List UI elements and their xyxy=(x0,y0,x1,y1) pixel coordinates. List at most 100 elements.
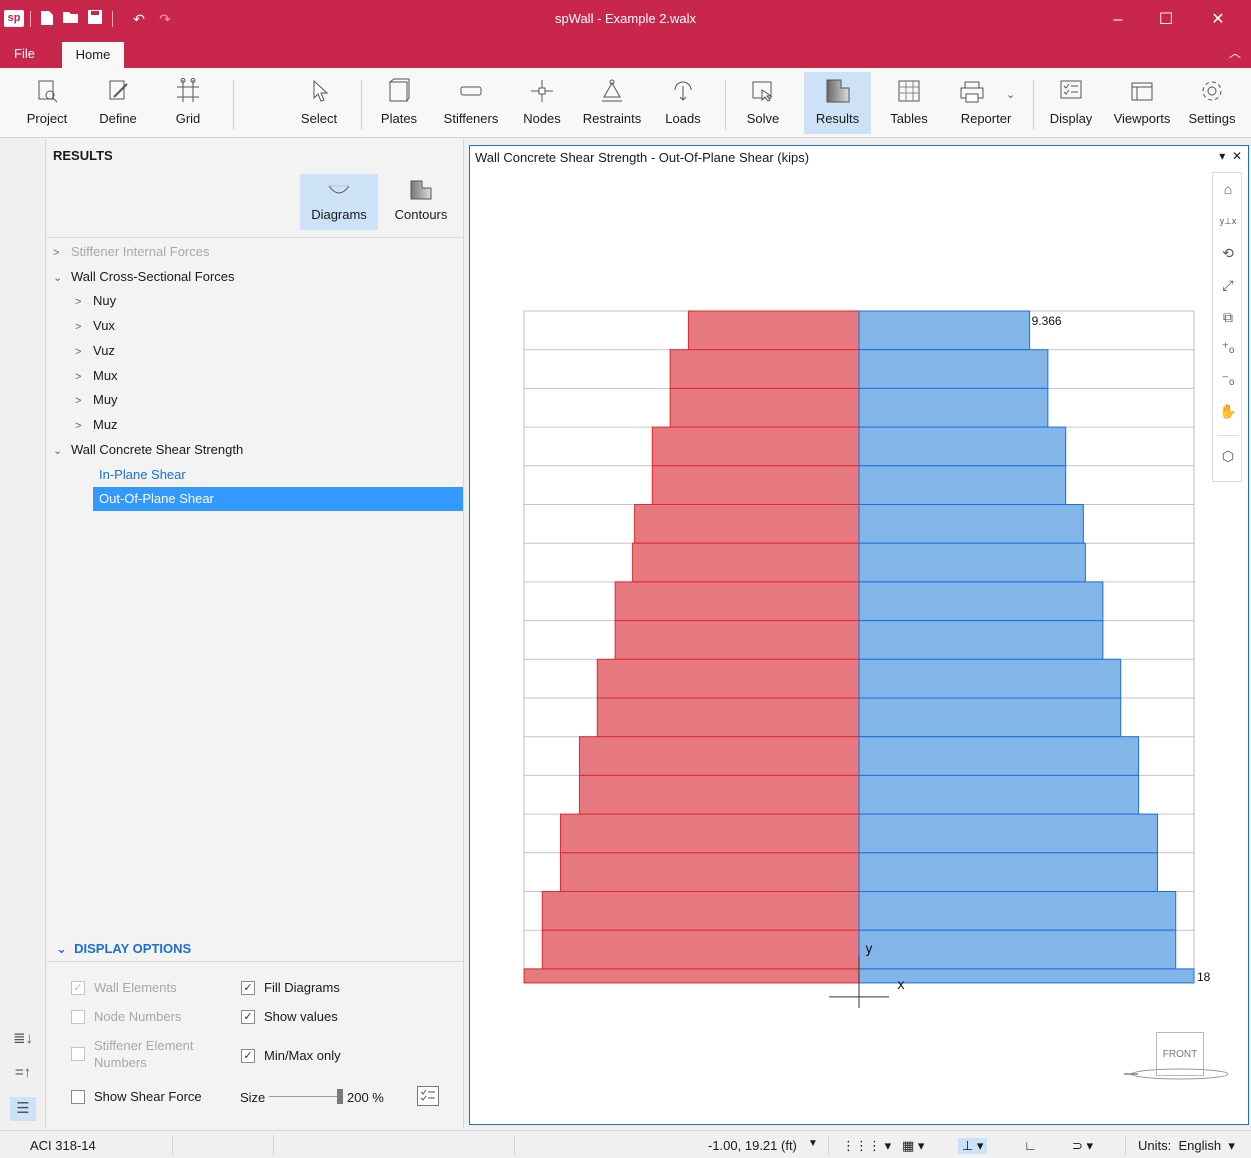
plates-button[interactable]: Plates xyxy=(372,72,426,134)
chevron-right-icon: > xyxy=(53,247,60,259)
tree-item-muz[interactable]: > Muz xyxy=(75,413,118,437)
tab-home[interactable]: Home xyxy=(62,42,124,68)
loads-button[interactable]: Loads xyxy=(658,72,708,134)
tree-item-muy[interactable]: > Muy xyxy=(75,388,118,412)
show-values-checkbox[interactable]: ✓ Show values xyxy=(241,1007,391,1027)
define-button[interactable]: Define xyxy=(90,72,146,134)
grid-lines-icon[interactable]: ▦ ▾ xyxy=(902,1138,924,1154)
nodes-label: Nodes xyxy=(523,111,561,126)
tree-item-mux[interactable]: > Mux xyxy=(75,364,118,388)
units-selector[interactable]: Units: English ▾ xyxy=(1138,1138,1235,1154)
settings-label: Settings xyxy=(1188,111,1236,126)
3d-view-icon[interactable]: ⬡ xyxy=(1218,445,1238,467)
plates-label: Plates xyxy=(380,111,418,126)
panel-title: RESULTS xyxy=(53,148,113,163)
display-options-header[interactable]: ⌄ DISPLAY OPTIONS xyxy=(56,941,191,957)
size-slider-track[interactable] xyxy=(269,1096,339,1097)
project-button[interactable]: Project xyxy=(22,72,72,134)
expand-all-icon[interactable]: ≣↓ xyxy=(10,1027,36,1051)
magnet-icon[interactable]: ⊃ ▾ xyxy=(1072,1138,1093,1154)
tab-file[interactable]: File xyxy=(0,40,62,68)
grid-button[interactable]: Grid xyxy=(162,72,214,134)
home-view-icon[interactable]: ⌂ xyxy=(1218,178,1238,200)
zoom-extents-icon[interactable]: ⤢ xyxy=(1218,274,1238,296)
maximize-button[interactable]: ☐ xyxy=(1143,0,1189,40)
display-icon xyxy=(1060,80,1082,99)
chevron-right-icon: > xyxy=(75,296,82,308)
tree-item-wall-cross-sectional-forces[interactable]: ⌄ Wall Cross-Sectional Forces xyxy=(53,265,235,289)
settings-button[interactable]: Settings xyxy=(1184,72,1240,134)
stiffeners-icon xyxy=(460,86,482,96)
tree-label: Muz xyxy=(93,417,118,432)
tree-item-stiffener-internal-forces[interactable]: > Stiffener Internal Forces xyxy=(53,240,210,264)
show-shear-force-checkbox[interactable]: Show Shear Force xyxy=(71,1087,221,1107)
zoom-in-icon[interactable]: ⁺ₒ xyxy=(1218,336,1238,358)
panel-menu-icon[interactable]: ☰ xyxy=(10,1097,36,1121)
view-cube-ring[interactable] xyxy=(1120,1064,1230,1084)
minimize-button[interactable]: – xyxy=(1095,0,1141,40)
zoom-out-icon[interactable]: ⁻ₒ xyxy=(1218,368,1238,390)
stiffeners-button[interactable]: Stiffeners xyxy=(438,72,504,134)
diagrams-label: Diagrams xyxy=(311,207,367,222)
negative-shear-bar xyxy=(669,387,860,428)
close-viewport-icon[interactable]: ✕ xyxy=(1232,149,1242,163)
tree-item-nuy[interactable]: > Nuy xyxy=(75,289,116,313)
tree-label: Stiffener Internal Forces xyxy=(71,244,210,259)
restraints-button[interactable]: Restraints xyxy=(578,72,646,134)
collapse-all-icon[interactable]: =↑ xyxy=(10,1061,36,1085)
viewport-title: Wall Concrete Shear Strength - Out-Of-Pl… xyxy=(475,150,810,165)
tree-item-in-plane-shear[interactable]: In-Plane Shear xyxy=(93,463,186,487)
chevron-down-icon[interactable]: ⌄ xyxy=(1006,88,1015,101)
status-divider xyxy=(1125,1135,1126,1155)
tree-label: Mux xyxy=(93,368,118,383)
rotate-icon[interactable]: ⟲ xyxy=(1218,242,1238,264)
plates-icon xyxy=(389,78,410,102)
tree-item-out-of-plane-shear[interactable]: Out-Of-Plane Shear xyxy=(93,487,463,511)
window-title: spWall - Example 2.walx xyxy=(554,11,697,26)
pan-hand-icon[interactable]: ✋ xyxy=(1218,400,1238,422)
size-slider-thumb[interactable] xyxy=(337,1089,343,1104)
tree-item-vuz[interactable]: > Vuz xyxy=(75,339,115,363)
coords-dropdown-arrow-icon[interactable]: ▼ xyxy=(808,1138,818,1149)
diagram-icon xyxy=(328,185,350,194)
snap-grid-icon[interactable]: ⋮⋮⋮ ▾ xyxy=(842,1138,891,1154)
positive-shear-bar xyxy=(858,504,1084,544)
axes-view-icon[interactable]: y⊥x xyxy=(1218,210,1238,232)
snap-toggle-icon[interactable]: ⊥ ▾ xyxy=(958,1138,988,1154)
tables-button[interactable]: Tables xyxy=(884,72,934,134)
viewports-button[interactable]: Viewports xyxy=(1108,72,1176,134)
gear-icon xyxy=(1202,81,1222,101)
negative-shear-bar xyxy=(523,968,860,984)
min-max-only-checkbox[interactable]: ✓ Min/Max only xyxy=(241,1046,391,1066)
chevron-right-icon: > xyxy=(75,371,82,383)
positive-shear-bar xyxy=(858,774,1140,815)
y-axis-label: y xyxy=(865,942,873,957)
display-button[interactable]: Display xyxy=(1044,72,1098,134)
diagrams-mode-button[interactable]: Diagrams xyxy=(300,174,378,230)
nodes-button[interactable]: Nodes xyxy=(516,72,568,134)
tree-item-vux[interactable]: > Vux xyxy=(75,314,115,338)
collapse-ribbon-icon[interactable]: ︿ xyxy=(1229,44,1241,61)
results-viewport[interactable]: Wall Concrete Shear Strength - Out-Of-Pl… xyxy=(469,145,1249,1125)
display-options-icon[interactable] xyxy=(417,1086,439,1106)
display-label: Display xyxy=(1049,111,1093,126)
results-panel: RESULTS Diagrams Contours > Stiffener Int… xyxy=(47,139,464,1128)
tree-item-wall-concrete-shear-strength[interactable]: ⌄ Wall Concrete Shear Strength xyxy=(53,438,243,462)
close-button[interactable]: ✕ xyxy=(1195,0,1241,40)
solve-button[interactable]: Solve xyxy=(738,72,788,134)
results-label: Results xyxy=(815,111,860,126)
select-button[interactable]: Select xyxy=(294,72,344,134)
results-button[interactable]: Results xyxy=(804,72,871,134)
contours-mode-button[interactable]: Contours xyxy=(387,174,455,230)
chevron-down-icon: ⌄ xyxy=(53,272,63,284)
design-code[interactable]: ACI 318-14 xyxy=(30,1138,96,1153)
fill-diagrams-checkbox[interactable]: ✓ Fill Diagrams xyxy=(241,978,391,998)
toolbar-divider xyxy=(1217,435,1239,436)
dropdown-arrow-icon[interactable]: ▾ xyxy=(1219,149,1225,163)
nodes-icon xyxy=(531,80,553,102)
stiffener-element-numbers-checkbox: Stiffener Element Numbers xyxy=(71,1037,221,1075)
ortho-icon[interactable]: ∟ xyxy=(1024,1138,1037,1153)
loads-label: Loads xyxy=(665,111,701,126)
zoom-window-icon[interactable]: ⧉ xyxy=(1218,306,1238,328)
reporter-button[interactable]: ⌄ Reporter xyxy=(944,72,1028,134)
